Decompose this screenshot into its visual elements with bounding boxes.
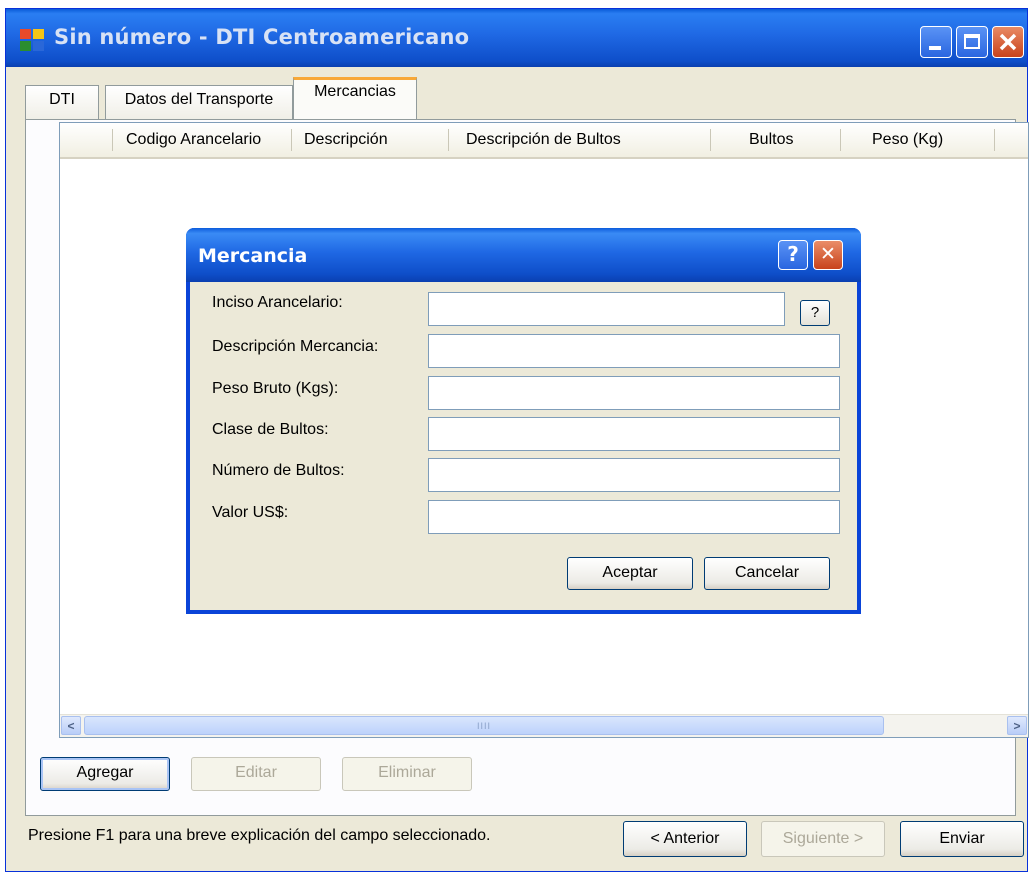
inciso-label: Inciso Arancelario: — [212, 294, 343, 311]
dialog-title: Mercancia — [198, 245, 308, 267]
next-button[interactable]: Siguiente > — [761, 821, 885, 857]
dialog-title-bar[interactable]: Mercancia ? ✕ — [186, 228, 861, 282]
horizontal-scrollbar[interactable]: < IIII > — [60, 714, 1028, 737]
close-button[interactable] — [992, 26, 1024, 58]
column-peso[interactable]: Peso (Kg) — [872, 131, 943, 149]
maximize-button[interactable] — [956, 26, 988, 58]
close-icon — [999, 33, 1017, 51]
cancel-button[interactable]: Cancelar — [704, 557, 830, 590]
clase-bultos-input[interactable] — [429, 418, 839, 450]
peso-input[interactable] — [429, 377, 839, 409]
clase-bultos-label: Clase de Bultos: — [212, 421, 329, 438]
inciso-lookup-button[interactable]: ? — [800, 300, 830, 326]
close-icon: ✕ — [820, 243, 836, 265]
peso-field[interactable] — [428, 376, 840, 410]
previous-button[interactable]: < Anterior — [623, 821, 747, 857]
minimize-icon — [929, 46, 941, 50]
descripcion-input[interactable] — [429, 335, 839, 367]
accept-button[interactable]: Aceptar — [567, 557, 693, 590]
help-icon: ? — [787, 242, 799, 266]
tab-dti[interactable]: DTI — [25, 85, 99, 119]
window-title: Sin número - DTI Centroamericano — [54, 25, 470, 49]
valor-field[interactable] — [428, 500, 840, 534]
scroll-left-button[interactable]: < — [61, 716, 81, 735]
inciso-input[interactable] — [429, 293, 784, 325]
scroll-right-button[interactable]: > — [1007, 716, 1027, 735]
send-button[interactable]: Enviar — [900, 821, 1024, 857]
add-button[interactable]: Agregar — [40, 757, 170, 791]
column-bultos[interactable]: Bultos — [749, 131, 793, 149]
peso-label: Peso Bruto (Kgs): — [212, 380, 339, 397]
title-bar[interactable]: Sin número - DTI Centroamericano — [6, 9, 1027, 67]
numero-bultos-field[interactable] — [428, 458, 840, 492]
descripcion-field[interactable] — [428, 334, 840, 368]
app-icon — [20, 29, 46, 53]
dialog-close-button[interactable]: ✕ — [813, 240, 843, 270]
inciso-field[interactable] — [428, 292, 785, 326]
scroll-thumb[interactable]: IIII — [84, 716, 884, 735]
numero-bultos-label: Número de Bultos: — [212, 462, 345, 479]
mercancia-dialog: Mercancia ? ✕ Inciso Arancelario: ? Desc… — [186, 228, 861, 614]
column-descripcion[interactable]: Descripción — [304, 131, 388, 149]
maximize-icon — [964, 34, 980, 49]
numero-bultos-input[interactable] — [429, 459, 839, 491]
valor-input[interactable] — [429, 501, 839, 533]
minimize-button[interactable] — [920, 26, 952, 58]
clase-bultos-field[interactable] — [428, 417, 840, 451]
edit-button[interactable]: Editar — [191, 757, 321, 791]
status-hint: Presione F1 para una breve explicación d… — [28, 827, 491, 844]
tab-mercancias[interactable]: Mercancias — [293, 77, 417, 120]
column-descripcion-bultos[interactable]: Descripción de Bultos — [466, 131, 621, 149]
valor-label: Valor US$: — [212, 504, 289, 521]
column-codigo-arancelario[interactable]: Codigo Arancelario — [126, 131, 261, 149]
descripcion-label: Descripción Mercancia: — [212, 338, 379, 355]
help-button[interactable]: ? — [778, 240, 808, 270]
delete-button[interactable]: Eliminar — [342, 757, 472, 791]
grid-column-header: Codigo Arancelario Descripción Descripci… — [60, 123, 1028, 159]
tab-datos-transporte[interactable]: Datos del Transporte — [105, 85, 293, 119]
